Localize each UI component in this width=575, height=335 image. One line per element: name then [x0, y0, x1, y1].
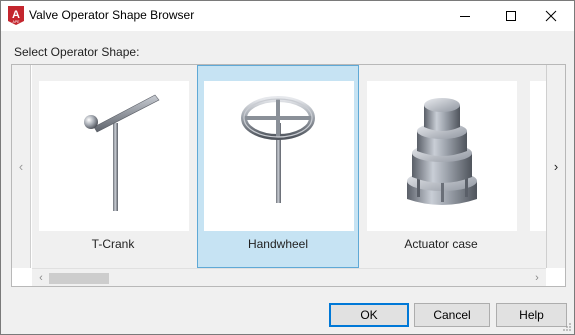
- tile-partial[interactable]: [523, 65, 546, 268]
- scrollbar-left-arrow[interactable]: ‹: [34, 271, 48, 285]
- close-button[interactable]: [528, 1, 574, 31]
- minimize-icon: [460, 16, 470, 17]
- tile-label: T-Crank: [91, 237, 135, 251]
- tile-handwheel[interactable]: Handwheel: [197, 65, 359, 268]
- shape-browser: ‹ T-Crank Handwheel Actuator case › ‹ ›: [11, 64, 566, 287]
- chevron-left-icon: ‹: [18, 159, 24, 174]
- resize-grip-icon[interactable]: [562, 322, 572, 332]
- scroll-right-button[interactable]: ›: [546, 65, 565, 268]
- dialog-window: A APE Valve Operator Shape Browser Selec…: [0, 0, 575, 335]
- scrollbar-right-arrow[interactable]: ›: [530, 271, 544, 285]
- select-operator-shape-label: Select Operator Shape:: [14, 45, 140, 59]
- shape-tiles: T-Crank Handwheel Actuator case: [32, 65, 546, 268]
- ok-button[interactable]: OK: [329, 303, 409, 327]
- scroll-left-button[interactable]: ‹: [12, 65, 31, 268]
- minimize-button[interactable]: [442, 1, 488, 31]
- actuator-case-shape-icon: [407, 98, 477, 205]
- handwheel-shape-icon: [241, 96, 315, 203]
- t-crank-shape-icon: [84, 94, 160, 211]
- scroll-right-arrow-icon: ›: [535, 272, 539, 284]
- scroll-left-arrow-icon: ‹: [39, 272, 43, 284]
- thumbnail: [204, 81, 354, 231]
- scrollbar-thumb[interactable]: [49, 273, 109, 284]
- title-bar[interactable]: A APE Valve Operator Shape Browser: [1, 1, 574, 31]
- cancel-button[interactable]: Cancel: [414, 303, 490, 327]
- autocad-app-icon: A APE: [8, 6, 24, 25]
- svg-text:APE: APE: [12, 20, 20, 24]
- tile-label: Handwheel: [247, 237, 309, 251]
- tile-label: Actuator case: [404, 237, 478, 251]
- help-button[interactable]: Help: [496, 303, 567, 327]
- tile-actuator-case[interactable]: Actuator case: [360, 65, 522, 268]
- maximize-icon: [506, 11, 516, 21]
- tile-t-crank[interactable]: T-Crank: [32, 65, 194, 268]
- chevron-right-icon: ›: [553, 159, 559, 174]
- thumbnail: [367, 81, 517, 231]
- thumbnail: [39, 81, 189, 231]
- window-title: Valve Operator Shape Browser: [29, 8, 195, 22]
- close-icon: [545, 10, 557, 22]
- thumbnail: [530, 81, 546, 231]
- horizontal-scrollbar[interactable]: ‹ ›: [32, 268, 546, 286]
